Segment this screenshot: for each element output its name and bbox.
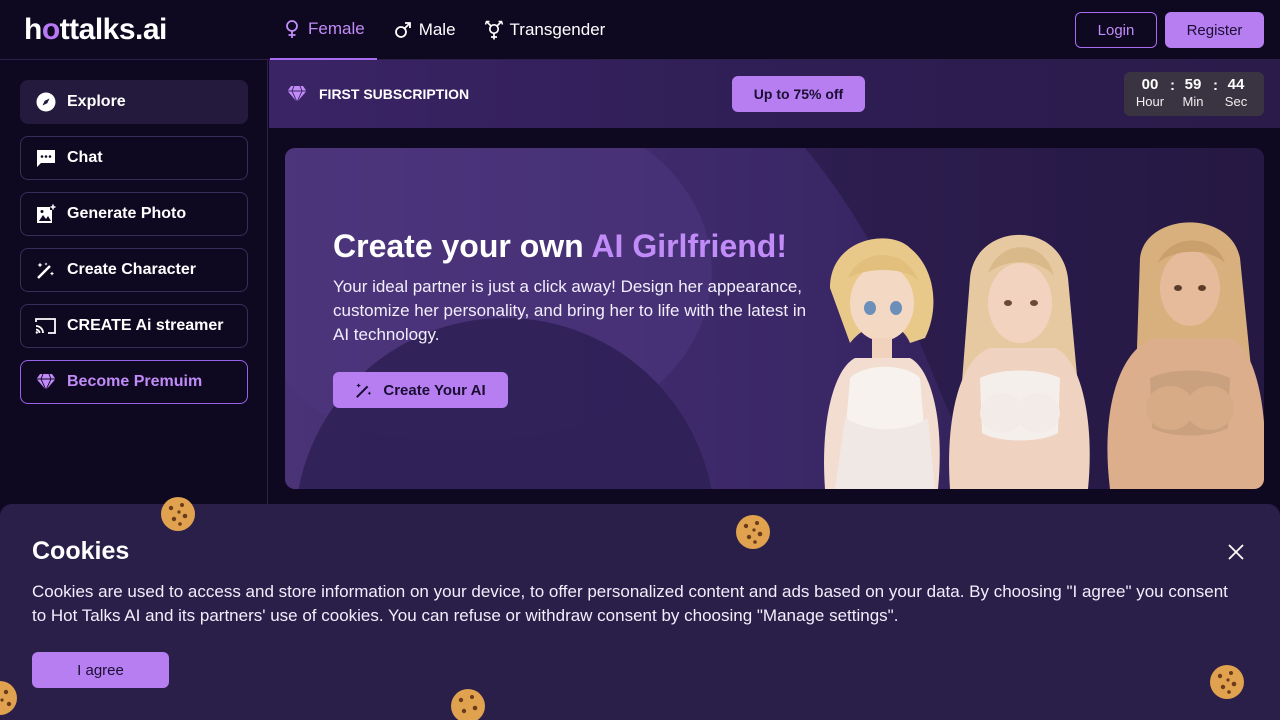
sidebar-item-label: Chat	[67, 149, 103, 166]
cookie-icon	[0, 681, 17, 715]
cookie-text: Cookies are used to access and store inf…	[32, 582, 1228, 625]
female-icon	[286, 20, 298, 38]
male-icon	[394, 22, 411, 38]
sidebar-item-label: CREATE Ai streamer	[67, 317, 224, 334]
character-anime	[824, 238, 940, 489]
tab-male-label: Male	[418, 20, 456, 39]
timer-seconds-label: Sec	[1224, 94, 1248, 109]
image-plus-icon	[35, 203, 57, 225]
create-your-ai-button[interactable]: Create Your AI	[333, 372, 508, 408]
chat-icon	[35, 147, 57, 169]
timer-hours-value: 00	[1141, 76, 1159, 93]
cookie-icon	[1210, 665, 1244, 699]
create-your-ai-label: Create Your AI	[383, 381, 486, 399]
close-icon[interactable]	[1226, 542, 1246, 562]
timer-minutes-value: 59	[1184, 76, 1202, 93]
cookie-banner: Cookies Cookies are used to access and s…	[0, 504, 1280, 720]
compass-icon	[35, 91, 57, 113]
sidebar-item-ai-streamer[interactable]: CREATE Ai streamer	[20, 304, 248, 348]
sidebar-item-label: Explore	[67, 93, 126, 110]
login-button[interactable]: Login	[1075, 12, 1157, 48]
character-blonde	[949, 234, 1090, 489]
cookie-title: Cookies	[32, 537, 130, 565]
timer-hours: 00 Hour	[1132, 76, 1168, 110]
subscription-bar: FIRST SUBSCRIPTION Up to 75% off 00 Hour…	[269, 60, 1280, 128]
diamond-icon	[287, 85, 307, 103]
sidebar-item-label: Become Premuim	[67, 373, 203, 390]
tab-male[interactable]: Male	[381, 0, 468, 60]
subscription-label-text: FIRST SUBSCRIPTION	[319, 86, 470, 102]
sidebar-item-explore[interactable]: Explore	[20, 80, 248, 124]
register-button[interactable]: Register	[1165, 12, 1264, 48]
diamond-icon	[35, 371, 57, 393]
tab-female[interactable]: Female	[270, 0, 377, 60]
sidebar-item-generate-photo[interactable]: Generate Photo	[20, 192, 248, 236]
logo[interactable]: hottalks.ai	[24, 12, 167, 48]
gender-tabs: Female Male Transgender	[270, 0, 621, 60]
sidebar-item-chat[interactable]: Chat	[20, 136, 248, 180]
sidebar: Explore Chat Generate Photo Create Chara…	[0, 60, 268, 520]
cookie-icon	[736, 515, 770, 549]
top-header: hottalks.ai Female Male Transgender Logi…	[0, 0, 1280, 60]
timer-seconds: 44 Sec	[1218, 76, 1254, 110]
hero-banner: Create your own AI Girlfriend! Your idea…	[285, 148, 1264, 489]
magic-wand-icon	[356, 383, 372, 398]
cookie-icon	[451, 689, 485, 720]
timer-minutes-label: Min	[1182, 94, 1204, 109]
cookie-icon	[161, 497, 195, 531]
offer-button[interactable]: Up to 75% off	[732, 76, 865, 112]
timer-hours-label: Hour	[1135, 94, 1165, 109]
sidebar-item-label: Generate Photo	[67, 205, 187, 222]
cast-icon	[35, 315, 57, 337]
countdown-timer: 00 Hour : 59 Min : 44 Sec	[1124, 72, 1264, 116]
hero-characters-image	[824, 222, 1264, 489]
tab-transgender-label: Transgender	[509, 20, 606, 39]
agree-button[interactable]: I agree	[32, 652, 169, 688]
timer-minutes: 59 Min	[1175, 76, 1211, 110]
subscription-label: FIRST SUBSCRIPTION	[287, 84, 469, 104]
character-photoreal	[1107, 222, 1264, 489]
sidebar-item-label: Create Character	[67, 261, 196, 278]
magic-wand-icon	[35, 259, 57, 281]
tab-transgender[interactable]: Transgender	[472, 0, 618, 60]
hero-title: Create your own AI Girlfriend!	[333, 228, 787, 264]
hero-description: Your ideal partner is just a click away!…	[333, 277, 807, 344]
sidebar-item-create-character[interactable]: Create Character	[20, 248, 248, 292]
transgender-icon	[484, 20, 503, 40]
tab-female-label: Female	[308, 19, 365, 38]
sidebar-item-premium[interactable]: Become Premuim	[20, 360, 248, 404]
timer-seconds-value: 44	[1227, 76, 1245, 93]
